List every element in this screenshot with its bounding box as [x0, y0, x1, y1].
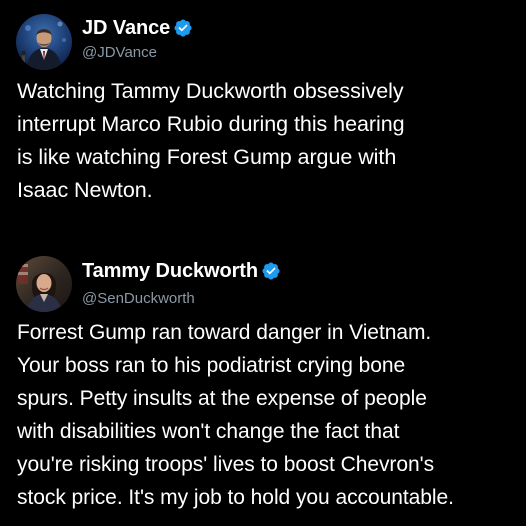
avatar-tammy-duckworth[interactable]: [16, 256, 72, 312]
verified-badge-icon: [262, 262, 280, 280]
avatar-jd-vance-image: [16, 14, 72, 70]
display-name[interactable]: JD Vance: [82, 17, 170, 40]
handle[interactable]: @SenDuckworth: [82, 290, 195, 307]
tweet-text: Forrest Gump ran toward danger in Vietna…: [17, 321, 454, 509]
tweet-text: Watching Tammy Duckworth obsessively int…: [17, 79, 405, 202]
name-row: JD Vance: [82, 16, 193, 40]
verified-badge-icon: [174, 19, 192, 37]
avatar-tammy-duckworth-image: [16, 256, 72, 312]
display-name[interactable]: Tammy Duckworth: [82, 260, 258, 283]
name-row: Tammy Duckworth: [82, 259, 281, 283]
avatar-jd-vance[interactable]: [16, 14, 72, 70]
handle[interactable]: @JDVance: [82, 44, 157, 61]
